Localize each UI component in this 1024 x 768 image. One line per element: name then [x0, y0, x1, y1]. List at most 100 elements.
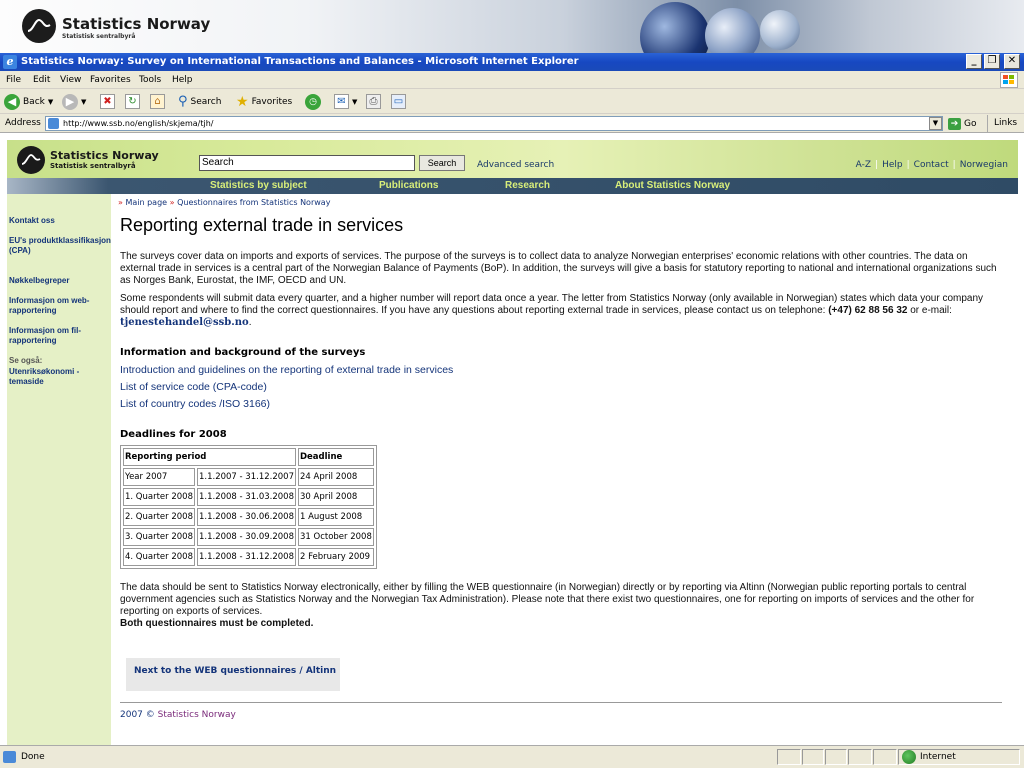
address-url: http://www.ssb.no/english/skjema/tjh/ — [63, 119, 214, 128]
refresh-icon: ↻ — [125, 94, 140, 109]
email-link[interactable]: tjenestehandel@ssb.no — [120, 317, 249, 328]
decorative-ball — [760, 10, 800, 50]
sidebar-item-fil-rapportering[interactable]: Informasjon om fil-rapportering — [9, 326, 89, 346]
refresh-button[interactable]: ↻ — [125, 93, 140, 110]
address-input[interactable]: http://www.ssb.no/english/skjema/tjh/ — [45, 116, 943, 131]
send-paragraph: The data should be sent to Statistics No… — [120, 582, 1000, 630]
mail-button[interactable]: ✉ ▼ — [334, 93, 357, 110]
status-cell — [848, 749, 872, 765]
edit-icon: ▭ — [391, 94, 406, 109]
link-introduction[interactable]: Introduction and guidelines on the repor… — [120, 364, 453, 376]
forward-button[interactable]: ▶ ▼ — [62, 93, 86, 110]
nav-statistics-by-subject[interactable]: Statistics by subject — [210, 180, 307, 191]
links-button[interactable]: Links — [987, 115, 1017, 132]
sidebar-item-web-rapportering[interactable]: Informasjon om web-rapportering — [9, 296, 99, 316]
footer: 2007 © Statistics Norway — [120, 710, 236, 720]
deadline-date: 1 August 2008 — [297, 508, 374, 526]
favorites-button[interactable]: ★ Favorites — [236, 93, 292, 110]
link-contact[interactable]: Contact — [914, 160, 949, 170]
go-arrow-icon: ➔ — [948, 118, 961, 130]
both-questionnaires-text: Both questionnaires must be completed. — [120, 618, 314, 629]
sidebar-item-nokkelbegreper[interactable]: Nøkkelbegreper — [9, 276, 69, 286]
deadlines-table: Reporting period Deadline Year 2007 1.1.… — [120, 445, 377, 569]
menu-file[interactable]: File — [6, 75, 21, 85]
site-header: Statistics Norway Statistisk sentralbyrå… — [7, 140, 1018, 178]
history-icon: ◷ — [305, 93, 321, 110]
table-row: Year 2007 1.1.2007 - 31.12.2007 24 April… — [123, 468, 374, 486]
link-help[interactable]: Help — [882, 160, 903, 170]
deadlines-heading: Deadlines for 2008 — [120, 429, 227, 440]
chevron-down-icon: ▼ — [47, 97, 54, 106]
menu-edit[interactable]: Edit — [33, 75, 50, 85]
stop-button[interactable]: ✖ — [100, 93, 115, 110]
main-nav: Statistics by subject Publications Resea… — [7, 178, 1018, 194]
menu-help[interactable]: Help — [172, 75, 193, 85]
nav-research[interactable]: Research — [505, 180, 550, 191]
top-links: A-Z | Help | Contact | Norwegian — [855, 160, 1008, 170]
sidebar-item-kontakt[interactable]: Kontakt oss — [9, 216, 55, 226]
nav-about[interactable]: About Statistics Norway — [615, 180, 730, 191]
decorative-ball — [705, 8, 760, 53]
sidebar-item-cpa[interactable]: EU's produktklassifikasjon (CPA) — [9, 236, 111, 256]
site-search-button[interactable]: Search — [419, 155, 465, 171]
restore-button[interactable]: ❐ — [984, 54, 1000, 69]
decorative-ball — [640, 2, 710, 53]
breadcrumb-questionnaires[interactable]: Questionnaires from Statistics Norway — [177, 198, 330, 207]
footer-org-link[interactable]: Statistics Norway — [158, 710, 236, 720]
print-button[interactable]: ⎙ — [366, 93, 381, 110]
address-bar: Address http://www.ssb.no/english/skjema… — [0, 114, 1024, 133]
favorites-label: Favorites — [251, 96, 293, 107]
sidebar: Kontakt oss EU's produktklassifikasjon (… — [7, 194, 111, 745]
site-search-input[interactable]: Search — [199, 155, 415, 171]
chevron-down-icon: ▼ — [81, 97, 87, 106]
period-dates: 1.1.2008 - 30.09.2008 — [196, 528, 296, 546]
link-a-z[interactable]: A-Z — [856, 160, 871, 170]
period-dates: 1.1.2008 - 30.06.2008 — [196, 508, 296, 526]
banner-brand-sub: Statistisk sentralbyrå — [62, 33, 136, 40]
address-dropdown-icon[interactable]: ▼ — [929, 117, 942, 130]
minimize-button[interactable]: _ — [966, 54, 982, 69]
status-cell — [825, 749, 847, 765]
period-name: 1. Quarter 2008 — [123, 488, 195, 506]
period-name: 2. Quarter 2008 — [123, 508, 195, 526]
history-button[interactable]: ◷ — [305, 93, 321, 110]
phone-number: (+47) 62 88 56 32 — [828, 305, 908, 316]
ssb-logo-icon[interactable] — [17, 146, 45, 174]
star-icon: ★ — [236, 93, 249, 110]
back-button[interactable]: ◀ Back ▼ — [4, 93, 53, 110]
period-dates: 1.1.2007 - 31.12.2007 — [196, 468, 296, 486]
nav-publications[interactable]: Publications — [379, 180, 438, 191]
altinn-button[interactable]: Next to the WEB questionnaires / Altinn — [126, 658, 340, 691]
sidebar-item-utenriksokonomi[interactable]: Utenriksøkonomi - temaside — [9, 367, 99, 387]
forward-arrow-icon: ▶ — [62, 93, 78, 110]
status-text: Done — [21, 752, 45, 762]
search-button[interactable]: ⚲ Search — [178, 93, 221, 110]
menu-favorites[interactable]: Favorites — [90, 75, 131, 85]
deadline-date: 30 April 2008 — [297, 488, 374, 506]
menu-view[interactable]: View — [60, 75, 81, 85]
go-label: Go — [964, 119, 977, 129]
link-country-codes[interactable]: List of country codes /ISO 3166) — [120, 398, 270, 410]
page-viewport: Statistics Norway Statistisk sentralbyrå… — [0, 133, 1024, 745]
menu-tools[interactable]: Tools — [139, 75, 161, 85]
table-row: 3. Quarter 2008 1.1.2008 - 30.09.2008 31… — [123, 528, 374, 546]
or-email-text: or e-mail: — [907, 305, 952, 316]
home-button[interactable]: ⌂ — [150, 93, 165, 110]
breadcrumb-main-page[interactable]: Main page — [125, 198, 167, 207]
window-titlebar: e Statistics Norway: Survey on Internati… — [0, 53, 1024, 71]
link-cpa-codes[interactable]: List of service code (CPA-code) — [120, 381, 267, 393]
edit-button[interactable]: ▭ — [391, 93, 406, 110]
address-label: Address — [5, 118, 41, 128]
period-dates: 1.1.2008 - 31.03.2008 — [196, 488, 296, 506]
advanced-search-link[interactable]: Advanced search — [477, 160, 554, 170]
site-brand[interactable]: Statistics Norway — [50, 149, 159, 162]
footer-year: 2007 © — [120, 710, 155, 720]
link-norwegian[interactable]: Norwegian — [960, 160, 1008, 170]
go-button[interactable]: ➔ Go — [948, 118, 976, 130]
header-deadline: Deadline — [297, 448, 374, 466]
os-banner: Statistics Norway Statistisk sentralbyrå — [0, 0, 1024, 53]
ie-icon: e — [3, 55, 17, 69]
close-button[interactable]: ✕ — [1004, 54, 1020, 69]
zone-label: Internet — [920, 752, 956, 762]
site-brand-sub: Statistisk sentralbyrå — [50, 162, 136, 170]
